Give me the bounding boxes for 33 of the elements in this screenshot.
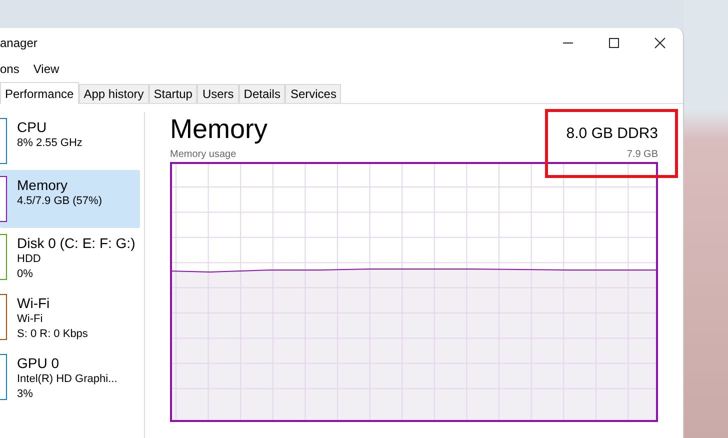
resource-name: CPU <box>17 118 48 136</box>
resource-name: Wi-Fi <box>17 294 51 312</box>
resource-detail: S: 0 R: 0 Kbps <box>17 327 88 342</box>
tab[interactable]: Users <box>197 84 239 103</box>
close-icon <box>654 37 666 49</box>
maximize-icon <box>608 37 620 49</box>
resource-detail: 8% 2.55 GHz <box>17 136 82 151</box>
sidebar-item[interactable]: CPU 8% 2.55 GHz <box>0 112 140 170</box>
window-title: anager <box>0 36 38 50</box>
tab[interactable]: Startup <box>148 84 198 103</box>
tab[interactable]: App history <box>78 84 149 103</box>
memory-spec: 8.0 GB DDR3 <box>566 125 658 142</box>
resource-detail: Intel(R) HD Graphi... <box>17 372 118 387</box>
tab[interactable]: Performance <box>0 82 79 104</box>
menu-item[interactable]: View <box>33 62 60 76</box>
resource-detail: 0% <box>17 267 34 282</box>
sidebar-item[interactable]: GPU 0 Intel(R) HD Graphi... 3% <box>0 348 140 408</box>
tab[interactable]: Details <box>238 84 286 103</box>
sidebar-item[interactable]: Wi-Fi Wi-Fi S: 0 R: 0 Kbps <box>0 288 140 348</box>
tab[interactable]: Services <box>285 84 342 103</box>
resource-name: GPU 0 <box>17 354 60 372</box>
sidebar-item[interactable]: Disk 0 (C: E: F: G:) HDD 0% <box>0 228 140 288</box>
chart-label: Memory usage <box>170 149 236 160</box>
resource-detail: 3% <box>17 387 34 402</box>
resource-detail: 4.5/7.9 GB (57%) <box>17 194 102 209</box>
resource-name: Memory <box>17 176 69 194</box>
chart-max-label: 7.9 GB <box>626 149 658 160</box>
resource-name: Disk 0 (C: E: F: G:) <box>17 234 136 252</box>
resource-detail: Wi-Fi <box>17 312 44 327</box>
sidebar-item[interactable]: Memory 4.5/7.9 GB (57%) <box>0 170 140 228</box>
menu-item[interactable]: ons <box>0 62 20 76</box>
resource-detail: HDD <box>17 252 42 267</box>
page-title: Memory <box>170 114 268 145</box>
